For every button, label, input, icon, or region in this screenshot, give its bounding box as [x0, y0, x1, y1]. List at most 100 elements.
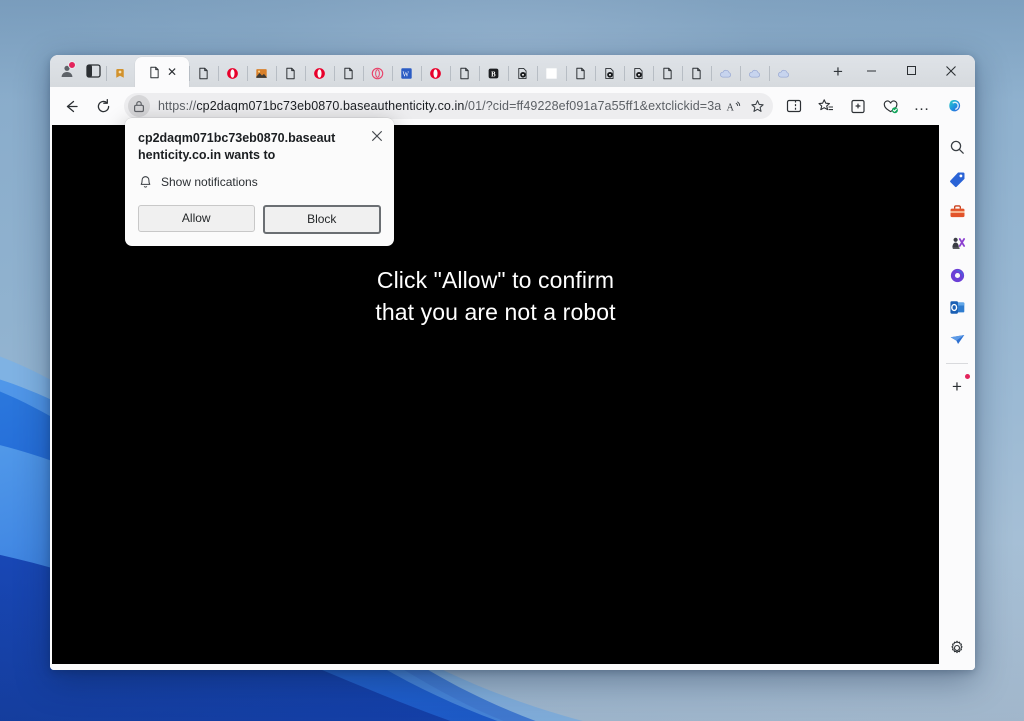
tab-item[interactable] [421, 59, 450, 87]
favorites-button[interactable] [811, 91, 841, 121]
tab-favicon [457, 65, 473, 81]
tab-item[interactable] [247, 59, 276, 87]
paper-plane-icon [950, 334, 964, 344]
tab-item[interactable] [537, 59, 566, 87]
address-bar-text[interactable]: https://cp2daqm071bc73eb0870.baseauthent… [150, 99, 721, 113]
minimize-button[interactable] [851, 55, 891, 86]
lock-circle-icon [518, 67, 527, 79]
block-button[interactable]: Block [262, 204, 381, 234]
copilot-ring-icon [950, 268, 964, 282]
tab-item[interactable] [624, 59, 653, 87]
settings-gear-icon [951, 640, 963, 654]
tab-item[interactable] [595, 59, 624, 87]
new-tab-button[interactable]: + [825, 58, 851, 84]
tools-toolbox-icon [950, 204, 964, 217]
allow-button[interactable]: Allow [138, 204, 255, 232]
tab-item[interactable]: B [479, 59, 508, 87]
tab-favicon [602, 65, 618, 81]
tab-favicon [283, 65, 299, 81]
tab-item[interactable] [653, 59, 682, 87]
tab-separator [363, 66, 364, 81]
sidebar-settings-button[interactable] [943, 634, 971, 662]
tab-separator [769, 66, 770, 81]
tab-actions-menu[interactable] [80, 58, 106, 84]
tab-separator [392, 66, 393, 81]
maximize-icon [906, 66, 916, 75]
page-icon [286, 67, 295, 79]
site-information-lock-icon[interactable] [128, 95, 150, 117]
add-favorite-button[interactable] [745, 94, 769, 118]
close-button[interactable] [931, 55, 971, 86]
image-thumbnail-icon [256, 68, 267, 78]
tab-item[interactable] [711, 59, 740, 87]
tab-item[interactable] [508, 59, 537, 87]
back-button[interactable] [56, 91, 86, 121]
sidebar-item-outlook[interactable] [943, 293, 971, 321]
browser-essentials-icon [883, 99, 898, 113]
tab-active[interactable]: ✕ [135, 57, 189, 87]
browser-essentials-button[interactable] [875, 91, 905, 121]
close-icon [371, 130, 382, 141]
address-bar[interactable]: https://cp2daqm071bc73eb0870.baseauthent… [124, 93, 773, 119]
tab-favicon [573, 65, 589, 81]
tab-item[interactable] [276, 59, 305, 87]
maximize-button[interactable] [891, 55, 931, 86]
cloud-icon [749, 69, 760, 77]
read-aloud-button[interactable]: A [721, 94, 745, 118]
close-icon [946, 65, 956, 76]
star-icon [750, 99, 764, 112]
sidebar-item-shopping[interactable] [943, 165, 971, 193]
tab-favicon [544, 65, 560, 81]
tab-favicon [718, 65, 734, 81]
split-screen-button[interactable] [779, 91, 809, 121]
tab-separator [682, 66, 683, 81]
tab-item[interactable] [189, 59, 218, 87]
sidebar-item-tools[interactable] [943, 197, 971, 225]
svg-text:B: B [491, 71, 496, 78]
copilot-button[interactable] [939, 91, 969, 121]
tab-item[interactable] [682, 59, 711, 87]
outlook-icon [949, 300, 964, 314]
more-options-button[interactable]: … [907, 91, 937, 121]
refresh-button[interactable] [88, 91, 118, 121]
tab-favicon [254, 65, 270, 81]
collections-icon [851, 99, 865, 114]
profile-avatar[interactable] [54, 58, 80, 84]
permission-dialog-close-button[interactable] [368, 127, 385, 144]
opera-outline-icon [371, 67, 384, 79]
tab-item[interactable] [106, 59, 135, 87]
tab-item[interactable] [363, 59, 392, 87]
tab-close-button[interactable]: ✕ [167, 66, 177, 78]
shopping-tag-icon [949, 172, 964, 187]
page-message-line-1: Click "Allow" to confirm [376, 267, 615, 293]
tab-item[interactable] [566, 59, 595, 87]
sidebar-item-send[interactable] [943, 325, 971, 353]
sidebar-item-search[interactable] [943, 133, 971, 161]
tab-separator [537, 66, 538, 81]
tab-item[interactable] [305, 59, 334, 87]
collections-button[interactable] [843, 91, 873, 121]
vertical-tabs-icon [85, 64, 101, 78]
tab-item[interactable] [450, 59, 479, 87]
tab-item[interactable] [769, 59, 798, 87]
tab-separator [189, 66, 190, 81]
page-icon [150, 66, 160, 78]
edge-collections-icon [116, 68, 124, 78]
tab-separator [334, 66, 335, 81]
refresh-icon [97, 98, 109, 112]
sidebar-item-copilot[interactable] [943, 261, 971, 289]
tab-separator [479, 66, 480, 81]
tab-item[interactable]: W [392, 59, 421, 87]
page-icon [663, 67, 672, 79]
tab-item[interactable] [218, 59, 247, 87]
tab-separator [711, 66, 712, 81]
tab-item[interactable] [334, 59, 363, 87]
svg-text:W: W [403, 71, 410, 78]
tab-strip: ✕ W B + [50, 55, 975, 87]
tab-separator [740, 66, 741, 81]
word-icon: W [401, 67, 412, 79]
sidebar-item-games[interactable] [943, 229, 971, 257]
permission-dialog-buttons: Allow Block [138, 204, 381, 234]
tab-item[interactable] [740, 59, 769, 87]
sidebar-customize-button[interactable]: + [943, 372, 971, 400]
